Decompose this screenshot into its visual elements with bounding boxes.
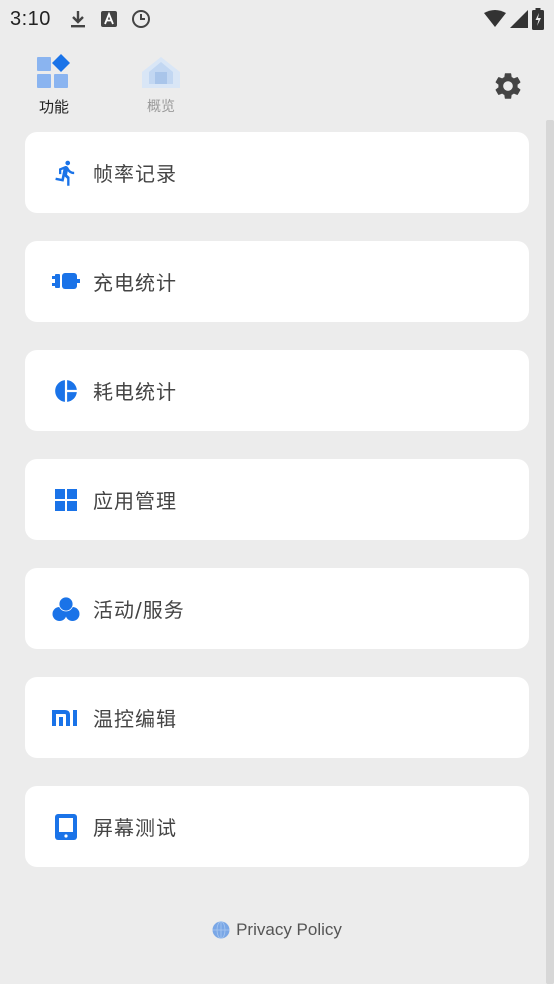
card-label: 应用管理 [93, 489, 177, 513]
wifi-icon [484, 10, 506, 27]
card-label: 充电统计 [93, 271, 177, 295]
card-activities-services[interactable]: 活动/服务 [25, 568, 529, 649]
card-thermal-control-edit[interactable]: 温控编辑 [25, 677, 529, 758]
top-tab-bar: 功能 概览 [0, 48, 554, 120]
card-app-management[interactable]: 应用管理 [25, 459, 529, 540]
status-time: 3:10 [10, 7, 51, 30]
card-label: 活动/服务 [93, 598, 185, 622]
clock-icon [131, 10, 150, 28]
card-charging-stats[interactable]: 充电统计 [25, 241, 529, 322]
grid-diamond-icon [37, 54, 70, 88]
tablet-icon [51, 812, 81, 842]
card-label: 耗电统计 [93, 380, 177, 404]
privacy-policy-label: Privacy Policy [236, 920, 342, 939]
card-screen-test[interactable]: 屏幕测试 [25, 786, 529, 867]
feature-list: 帧率记录 充电统计 耗电统计 应用管理 活动/服务 温控编辑 屏幕测试 [25, 132, 529, 895]
pie-chart-icon [51, 376, 81, 406]
running-icon [51, 158, 81, 188]
settings-button[interactable] [492, 70, 524, 102]
status-bar: 3:10 [0, 0, 554, 38]
card-label: 帧率记录 [93, 162, 177, 186]
card-label: 屏幕测试 [93, 816, 177, 840]
scrollbar[interactable] [546, 120, 554, 984]
gear-icon [495, 73, 521, 99]
privacy-policy-link[interactable]: Privacy Policy [0, 920, 554, 940]
card-frame-rate-record[interactable]: 帧率记录 [25, 132, 529, 213]
card-power-consumption-stats[interactable]: 耗电统计 [25, 350, 529, 431]
status-icons-right [484, 8, 544, 30]
signal-icon [510, 10, 528, 28]
tab-overview[interactable]: 概览 [131, 54, 191, 116]
tab-overview-label: 概览 [147, 99, 175, 115]
battery-icon [532, 8, 544, 30]
bubbles-icon [51, 594, 81, 624]
globe-icon [212, 921, 230, 939]
mi-logo-icon [51, 703, 81, 733]
status-icons-left [69, 9, 151, 29]
tab-functions[interactable]: 功能 [24, 54, 84, 117]
font-a-icon [100, 11, 117, 27]
apps-grid-icon [51, 485, 81, 515]
tab-functions-label: 功能 [38, 98, 69, 116]
charger-icon [51, 267, 81, 297]
card-label: 温控编辑 [93, 707, 177, 731]
home-icon [142, 57, 180, 88]
download-icon [70, 11, 85, 28]
